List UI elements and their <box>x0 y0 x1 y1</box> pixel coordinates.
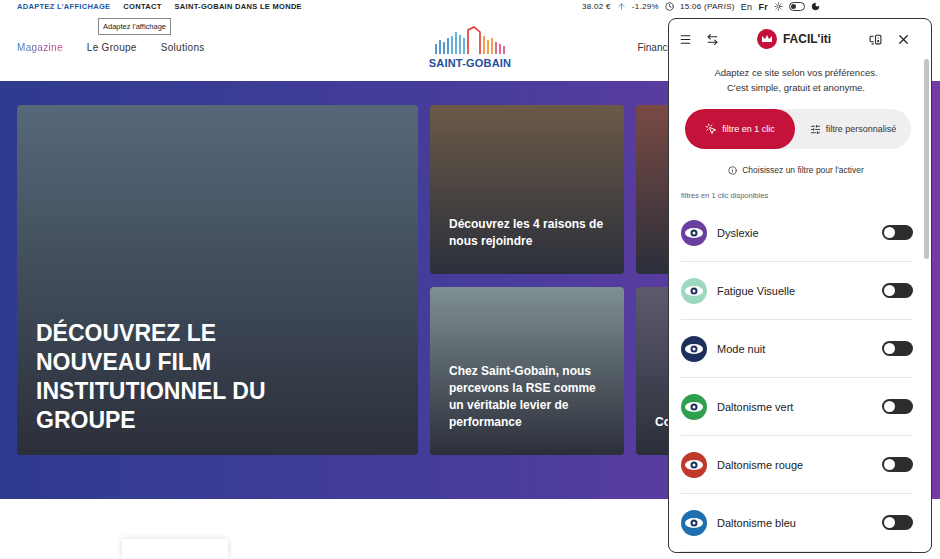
moon-icon <box>811 2 820 11</box>
filter-switch[interactable] <box>882 515 913 530</box>
filter-eye-icon <box>681 220 707 246</box>
filter-switch[interactable] <box>882 283 913 298</box>
hero-card-title: Chez Saint-Gobain, nous percevons la RSE… <box>449 363 605 431</box>
tooltip: Adaptez l'affichage <box>98 18 171 35</box>
filter-switch[interactable] <box>882 399 913 414</box>
filter-list: DyslexieFatigue VisuelleMode nuitDaltoni… <box>669 200 923 552</box>
menu-icon[interactable] <box>679 33 692 46</box>
logo[interactable]: SAINT-GOBAIN <box>429 26 511 69</box>
nav-item[interactable]: Magazine <box>17 42 63 53</box>
language-option[interactable]: En <box>741 2 753 12</box>
top-link[interactable]: SAINT-GOBAIN DANS LE MONDE <box>175 2 302 11</box>
panel-intro: Adaptez ce site selon vos préférences.C'… <box>669 59 923 93</box>
hero-card[interactable]: Chez Saint-Gobain, nous percevons la RSE… <box>430 287 624 455</box>
monitor-speaker-icon[interactable] <box>869 33 882 46</box>
hero-card-title: Découvrez les 4 raisons de nous rejoindr… <box>449 216 605 250</box>
filter-row[interactable]: Daltonisme vert <box>681 378 913 436</box>
faciliti-panel: FACIL'iti Adaptez ce site selon vos préfé… <box>668 18 932 553</box>
hero-card-title: DÉCOUVREZ LE NOUVEAU FILM INSTITUTIONNEL… <box>36 319 326 435</box>
filter-eye-icon <box>681 278 707 304</box>
close-icon[interactable] <box>896 32 911 47</box>
top-link[interactable]: CONTACT <box>123 2 161 11</box>
mode-button[interactable]: filtre personnalisé <box>795 109 911 149</box>
swap-icon[interactable] <box>706 33 719 46</box>
info-icon <box>728 166 737 175</box>
filter-eye-icon <box>681 452 707 478</box>
arrow-up-icon <box>617 2 626 11</box>
dark-mode-toggle[interactable] <box>789 2 805 11</box>
nav-item[interactable]: Le Groupe <box>87 42 137 53</box>
clock-icon <box>665 2 674 11</box>
hero-card[interactable]: Découvrez les 4 raisons de nous rejoindr… <box>430 105 624 274</box>
click-icon <box>705 123 717 135</box>
time: 15:06 (PARIS) <box>680 2 735 11</box>
panel-header: FACIL'iti <box>669 19 923 59</box>
filter-eye-icon <box>681 336 707 362</box>
mode-switch: filtre en 1 clicfiltre personnalisé <box>685 109 911 149</box>
stock-price: 38.02 € <box>582 2 611 11</box>
nav-item[interactable]: Solutions <box>161 42 205 53</box>
mode-button[interactable]: filtre en 1 clic <box>685 109 795 149</box>
top-links: ADAPTEZ L'AFFICHAGE CONTACT SAINT-GOBAIN D… <box>17 2 302 11</box>
filter-eye-icon <box>681 510 707 536</box>
stock-change: -1.29% <box>632 2 659 11</box>
hero-card[interactable]: DÉCOUVREZ LE NOUVEAU FILM INSTITUTIONNEL… <box>17 105 418 455</box>
filter-switch[interactable] <box>882 341 913 356</box>
page: ADAPTEZ L'AFFICHAGE CONTACT SAINT-GOBAIN D… <box>0 0 940 559</box>
filter-row[interactable]: Daltonisme bleu <box>681 494 913 552</box>
filter-row[interactable]: Daltonisme rouge <box>681 436 913 494</box>
content-card <box>122 539 228 559</box>
filter-row[interactable]: Dyslexie <box>681 204 913 262</box>
top-bar: ADAPTEZ L'AFFICHAGE CONTACT SAINT-GOBAIN D… <box>0 0 940 14</box>
filter-switch[interactable] <box>882 225 913 240</box>
filter-row[interactable]: Mode nuit <box>681 320 913 378</box>
filter-switch[interactable] <box>882 457 913 472</box>
sun-icon <box>774 2 783 11</box>
language-option[interactable]: Fr <box>758 2 768 12</box>
section-label: filtres en 1 clic disponibles <box>669 175 923 200</box>
sliders-icon <box>810 124 821 135</box>
hint: Choisissez un filtre pour l'activer <box>669 165 923 175</box>
saint-gobain-logo-icon <box>430 26 510 56</box>
filter-eye-icon <box>681 394 707 420</box>
top-link[interactable]: ADAPTEZ L'AFFICHAGE <box>17 2 110 11</box>
top-info: 38.02 € -1.29% 15:06 (PARIS) En Fr <box>582 2 820 12</box>
scrollbar[interactable] <box>923 19 931 552</box>
brand: FACIL'iti <box>733 29 855 49</box>
filter-row[interactable]: Fatigue Visuelle <box>681 262 913 320</box>
faciliti-crown-icon <box>757 29 777 49</box>
